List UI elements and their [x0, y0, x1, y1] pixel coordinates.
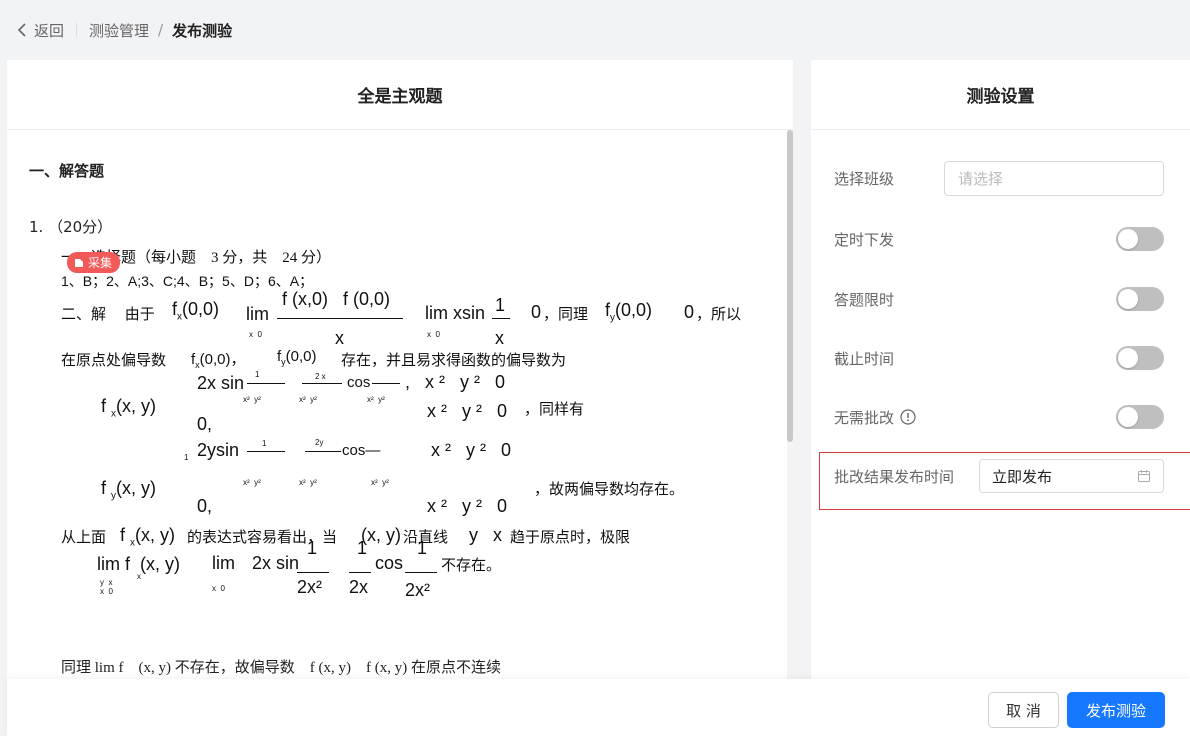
- toggle-knob: [1118, 348, 1138, 368]
- scrollbar-thumb[interactable]: [787, 130, 793, 442]
- time-limit-toggle[interactable]: [1116, 287, 1164, 311]
- scheduled-release-label: 定时下发: [834, 230, 895, 249]
- back-button[interactable]: 返回: [16, 20, 64, 41]
- answer-line-7-prefix: 从上面: [61, 530, 107, 546]
- breadcrumb-current: 发布测验: [172, 21, 233, 40]
- answer-line-3-end: ，所以: [696, 307, 742, 323]
- cancel-button[interactable]: 取 消: [988, 692, 1059, 728]
- footer-bar: 取 消 发布测验: [7, 679, 1190, 736]
- toggle-knob: [1118, 229, 1138, 249]
- result-publish-time-value: 立即发布: [992, 467, 1053, 486]
- time-limit-row: 答题限时: [834, 281, 1164, 317]
- top-bar: 返回 测验管理 / 发布测验: [0, 0, 1190, 60]
- deadline-label: 截止时间: [834, 349, 895, 368]
- deadline-toggle[interactable]: [1116, 346, 1164, 370]
- no-grading-toggle[interactable]: [1116, 405, 1164, 429]
- time-limit-label: 答题限时: [834, 290, 895, 309]
- question-preview-panel: 全是主观题 一、解答题 1. （20分） 一、选择题（每小题 3 分，共 24 …: [7, 60, 793, 736]
- settings-panel: 测验设置 选择班级 请选择 定时下发 答题限时 截止时间 无需批改 批改结果发布…: [811, 60, 1190, 736]
- class-select-row: 选择班级 请选择: [834, 160, 1164, 196]
- collect-tag-label: 采集: [88, 256, 113, 270]
- collect-icon: [75, 258, 83, 267]
- breadcrumb-parent[interactable]: 测验管理: [89, 20, 149, 41]
- answer-line-2: 1、B；2、A;3、C;4、B；5、D；6、A；: [61, 273, 314, 289]
- breadcrumb-separator: /: [158, 21, 164, 39]
- class-select[interactable]: 请选择: [944, 160, 1164, 196]
- scheduled-release-row: 定时下发: [834, 221, 1164, 257]
- calendar-icon: [1138, 470, 1150, 482]
- class-select-placeholder: 请选择: [958, 169, 1004, 188]
- answer-line-4-prefix: 在原点处偏导数: [61, 353, 167, 369]
- collect-tag[interactable]: 采集: [67, 252, 121, 273]
- answer-line-3-prefix: 二、解 由于: [61, 307, 155, 323]
- no-grading-row: 无需批改: [834, 399, 1164, 435]
- no-grading-label-group: 无需批改: [834, 407, 916, 428]
- answer-line-6-suffix: ，故两偏导数均存在。: [534, 482, 685, 498]
- answer-line-7-suffix: 趋于原点时，极限: [510, 530, 631, 546]
- toggle-knob: [1118, 407, 1138, 427]
- deadline-row: 截止时间: [834, 340, 1164, 376]
- answer-image: 一、选择题（每小题 3 分，共 24 分） 1、B；2、A;3、C;4、B；5、…: [7, 60, 787, 736]
- result-publish-time-label: 批改结果发布时间: [834, 467, 955, 486]
- toggle-knob: [1118, 289, 1138, 309]
- info-icon[interactable]: [900, 409, 916, 425]
- chevron-left-icon: [17, 23, 26, 37]
- scheduled-release-toggle[interactable]: [1116, 227, 1164, 251]
- back-label: 返回: [34, 21, 65, 40]
- answer-line-8-suffix: 不存在。: [441, 558, 502, 574]
- answer-line-5-suffix: ，同样有: [524, 402, 585, 418]
- answer-line-9: 同理 lim f (x, y) 不存在，故偏导数 f (x, y) f (x, …: [61, 660, 501, 676]
- result-publish-time-picker[interactable]: 立即发布: [979, 459, 1164, 493]
- publish-button[interactable]: 发布测验: [1067, 692, 1165, 728]
- result-publish-time-row: 批改结果发布时间 立即发布: [834, 458, 1164, 494]
- no-grading-label: 无需批改: [834, 408, 895, 427]
- class-select-label: 选择班级: [834, 169, 895, 188]
- divider: [76, 23, 78, 37]
- settings-title: 测验设置: [811, 60, 1190, 130]
- answer-line-3-suffix: ，同理: [543, 307, 589, 323]
- answer-line-4-suffix: 存在，并且易求得函数的偏导数为: [341, 353, 567, 369]
